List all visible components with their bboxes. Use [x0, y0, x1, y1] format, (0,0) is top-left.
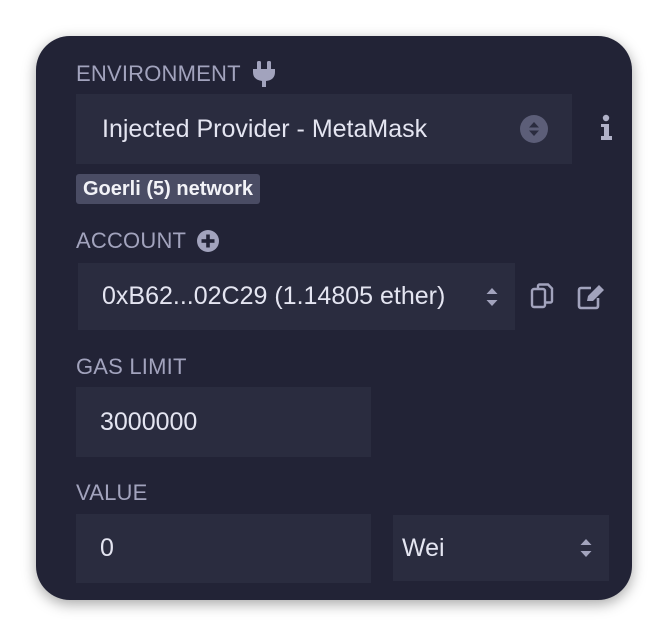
- environment-selected-value: Injected Provider - MetaMask: [102, 114, 428, 143]
- gas-limit-input[interactable]: 3000000: [76, 387, 371, 457]
- gas-limit-value: 3000000: [100, 407, 198, 436]
- info-icon[interactable]: [599, 114, 613, 142]
- select-arrows-icon: [485, 285, 499, 309]
- value-label: VALUE: [76, 480, 148, 506]
- environment-label-text: ENVIRONMENT: [76, 61, 241, 86]
- edit-icon[interactable]: [577, 284, 605, 310]
- value-unit-selected: Wei: [402, 533, 445, 562]
- select-arrows-icon: [520, 115, 548, 143]
- plus-circle-icon[interactable]: [196, 229, 220, 253]
- environment-select[interactable]: Injected Provider - MetaMask: [76, 94, 572, 164]
- network-badge: Goerli (5) network: [76, 174, 261, 204]
- gas-limit-label: GAS LIMIT: [76, 354, 187, 380]
- account-label: ACCOUNT: [76, 228, 220, 254]
- value-amount: 0: [100, 534, 114, 562]
- value-unit-select[interactable]: Wei: [393, 515, 609, 581]
- select-arrows-icon: [579, 536, 593, 560]
- plug-icon: [251, 60, 277, 88]
- account-select[interactable]: 0xB62...02C29 (1.14805 ether): [78, 263, 515, 330]
- account-selected-value: 0xB62...02C29 (1.14805 ether): [102, 282, 446, 310]
- account-label-text: ACCOUNT: [76, 228, 187, 253]
- value-label-text: VALUE: [76, 480, 148, 505]
- value-input[interactable]: 0: [76, 514, 371, 583]
- gas-limit-label-text: GAS LIMIT: [76, 354, 187, 379]
- environment-label: ENVIRONMENT: [76, 60, 277, 88]
- deploy-settings-panel: ENVIRONMENT Injected Provider - MetaMask…: [36, 36, 632, 600]
- copy-icon[interactable]: [530, 283, 554, 309]
